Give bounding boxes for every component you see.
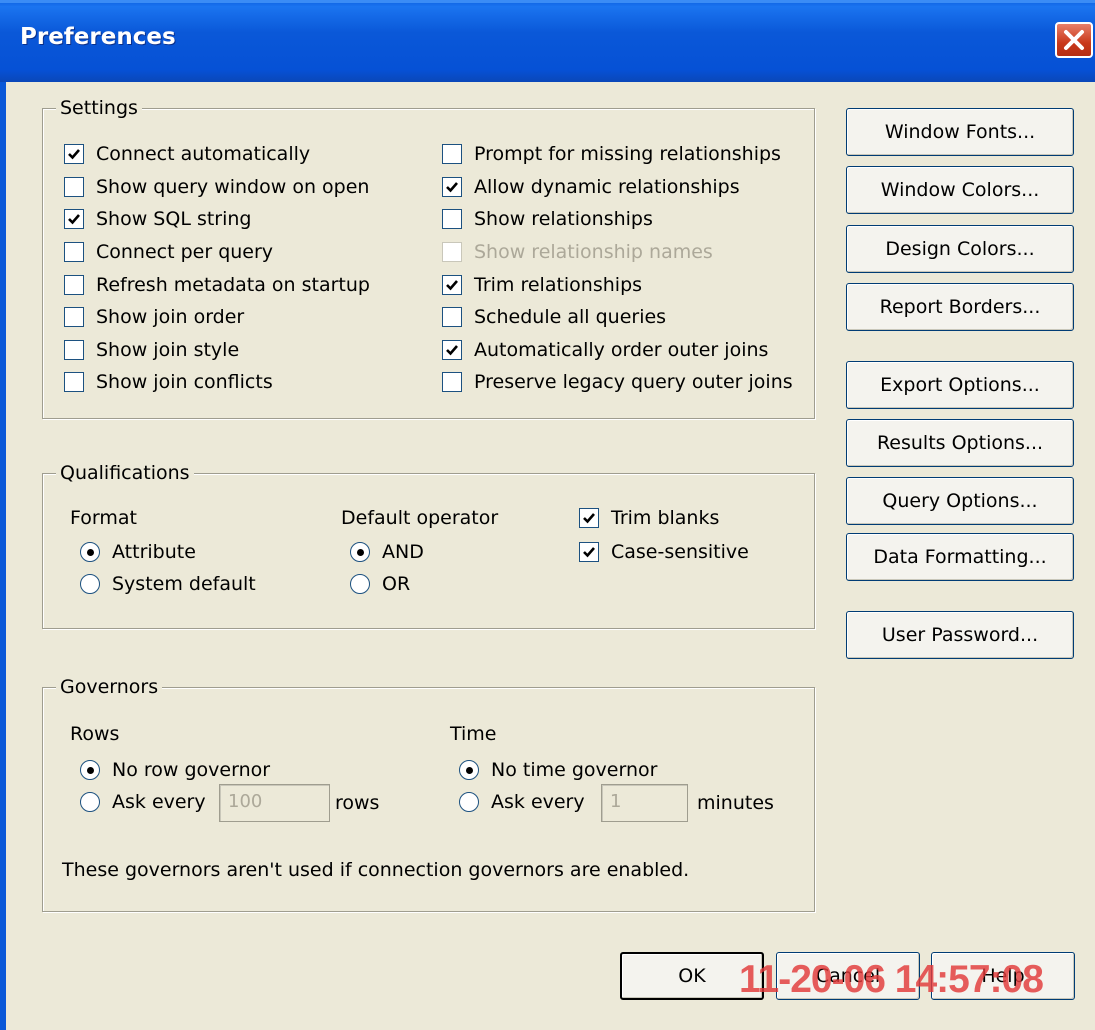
radio-rows-ask-every[interactable]: Ask every [80, 790, 206, 814]
radio-operator-and[interactable]: AND [350, 540, 424, 564]
settings-group-label: Settings [56, 97, 142, 119]
governors-group-label: Governors [56, 676, 163, 698]
checkbox-allow-dynamic-relationships[interactable]: Allow dynamic relationships [442, 175, 740, 199]
checkbox-box[interactable] [442, 372, 462, 392]
checkbox-prompt-missing-relationships[interactable]: Prompt for missing relationships [442, 142, 781, 166]
window-colors-button[interactable]: Window Colors... [846, 166, 1074, 214]
checkbox-box[interactable] [442, 275, 462, 295]
title-bar[interactable]: Preferences [0, 0, 1095, 82]
report-borders-button[interactable]: Report Borders... [846, 283, 1074, 331]
checkmark-icon [446, 182, 458, 193]
user-password-button[interactable]: User Password... [846, 611, 1074, 659]
radio-format-attribute[interactable]: Attribute [80, 540, 196, 564]
governors-note: These governors aren't used if connectio… [62, 859, 690, 881]
checkbox-box[interactable] [64, 372, 84, 392]
checkbox-schedule-all-queries[interactable]: Schedule all queries [442, 305, 666, 329]
window-title: Preferences [20, 24, 176, 50]
checkmark-icon [583, 547, 595, 558]
checkbox-box[interactable] [442, 177, 462, 197]
close-icon[interactable] [1055, 22, 1093, 58]
checkbox-box[interactable] [64, 144, 84, 164]
checkbox-connect-per-query[interactable]: Connect per query [64, 240, 273, 264]
checkbox-show-join-style[interactable]: Show join style [64, 338, 239, 362]
checkbox-show-sql-string[interactable]: Show SQL string [64, 207, 252, 231]
checkbox-box[interactable] [64, 209, 84, 229]
radio-time-ask-every[interactable]: Ask every [459, 790, 585, 814]
radio-circle[interactable] [459, 760, 479, 780]
rows-label: Rows [70, 723, 120, 745]
checkbox-box[interactable] [442, 209, 462, 229]
radio-no-time-governor[interactable]: No time governor [459, 758, 657, 782]
checkbox-box[interactable] [579, 508, 599, 528]
checkbox-case-sensitive[interactable]: Case-sensitive [579, 540, 749, 564]
window-frame [0, 82, 6, 1030]
checkbox-box[interactable] [442, 242, 462, 262]
export-options-button[interactable]: Export Options... [846, 361, 1074, 409]
rows-input[interactable]: 100 [219, 784, 330, 822]
radio-format-system-default[interactable]: System default [80, 572, 256, 596]
checkbox-refresh-metadata[interactable]: Refresh metadata on startup [64, 273, 370, 297]
window-fonts-button[interactable]: Window Fonts... [846, 108, 1074, 156]
checkbox-show-query-window[interactable]: Show query window on open [64, 175, 369, 199]
checkmark-icon [68, 214, 80, 225]
radio-circle[interactable] [80, 542, 100, 562]
checkbox-auto-order-outer-joins[interactable]: Automatically order outer joins [442, 338, 768, 362]
query-options-button[interactable]: Query Options... [846, 477, 1074, 525]
checkbox-show-join-conflicts[interactable]: Show join conflicts [64, 370, 273, 394]
time-label: Time [450, 723, 497, 745]
results-options-button[interactable]: Results Options... [846, 419, 1074, 467]
checkbox-trim-blanks[interactable]: Trim blanks [579, 506, 719, 530]
checkbox-box[interactable] [64, 340, 84, 360]
checkbox-box[interactable] [64, 242, 84, 262]
radio-circle[interactable] [80, 574, 100, 594]
checkmark-icon [583, 513, 595, 524]
radio-circle[interactable] [80, 760, 100, 780]
checkbox-box[interactable] [442, 340, 462, 360]
radio-circle[interactable] [350, 574, 370, 594]
radio-circle[interactable] [459, 792, 479, 812]
checkbox-box[interactable] [64, 275, 84, 295]
checkbox-box[interactable] [579, 542, 599, 562]
qualifications-group-label: Qualifications [56, 462, 194, 484]
checkbox-box[interactable] [442, 144, 462, 164]
checkbox-box[interactable] [442, 307, 462, 327]
minutes-input[interactable]: 1 [601, 784, 688, 822]
checkbox-show-relationships[interactable]: Show relationships [442, 207, 653, 231]
checkbox-preserve-legacy-outer-joins[interactable]: Preserve legacy query outer joins [442, 370, 793, 394]
format-label: Format [70, 507, 137, 529]
minutes-unit-label: minutes [697, 792, 774, 814]
checkbox-box[interactable] [64, 307, 84, 327]
checkbox-trim-relationships[interactable]: Trim relationships [442, 273, 642, 297]
radio-no-row-governor[interactable]: No row governor [80, 758, 270, 782]
data-formatting-button[interactable]: Data Formatting... [846, 533, 1074, 581]
default-operator-label: Default operator [341, 507, 499, 529]
checkmark-icon [446, 345, 458, 356]
radio-circle[interactable] [80, 792, 100, 812]
checkbox-box[interactable] [64, 177, 84, 197]
checkbox-show-join-order[interactable]: Show join order [64, 305, 244, 329]
design-colors-button[interactable]: Design Colors... [846, 225, 1074, 273]
radio-circle[interactable] [350, 542, 370, 562]
timestamp-watermark: 11-20-06 14:57:08 [739, 958, 1044, 1001]
checkbox-connect-automatically[interactable]: Connect automatically [64, 142, 310, 166]
radio-operator-or[interactable]: OR [350, 572, 410, 596]
rows-unit-label: rows [335, 792, 380, 814]
checkbox-show-relationship-names: Show relationship names [442, 240, 713, 264]
checkmark-icon [68, 149, 80, 160]
checkmark-icon [446, 280, 458, 291]
